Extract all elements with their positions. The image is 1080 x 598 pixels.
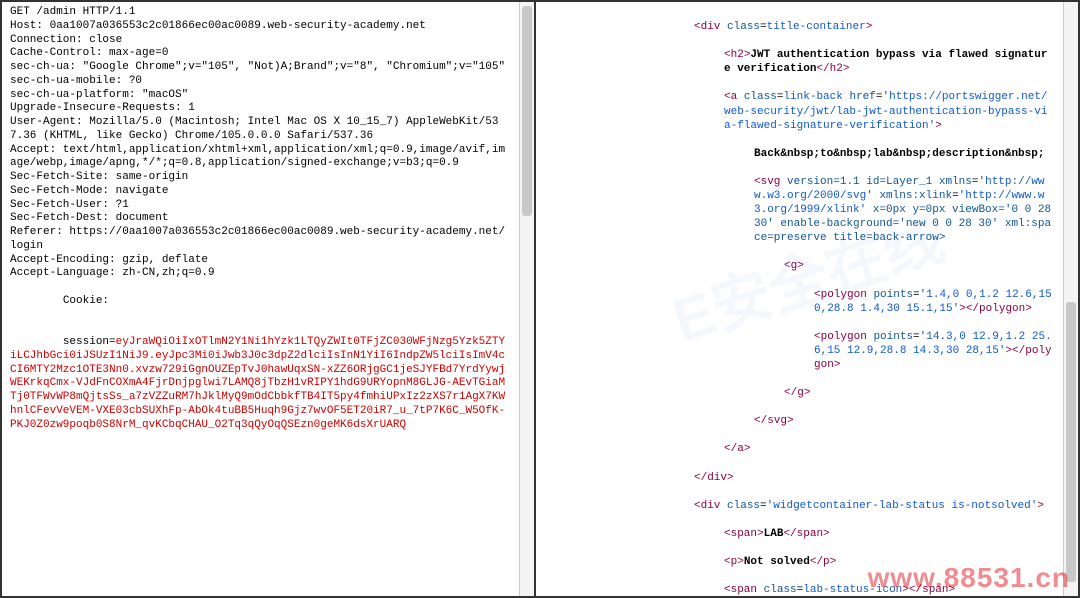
scrollbar-thumb[interactable] — [522, 6, 532, 216]
cookie-value-line: session=eyJraWQiOiIxOTlmN2Y1Ni1hYzk1LTQy… — [10, 322, 510, 446]
split-view: GET /admin HTTP/1.1 Host: 0aa1007a036553… — [0, 0, 1080, 598]
session-cookie-value: eyJraWQiOiIxOTlmN2Y1Ni1hYzk1LTQyZWIt0TFj… — [10, 336, 505, 431]
cookie-header: Cookie: — [10, 281, 510, 322]
request-panel[interactable]: GET /admin HTTP/1.1 Host: 0aa1007a036553… — [2, 2, 536, 596]
response-panel[interactable]: E安全在线 <div class=title-container> <h2>JW… — [536, 2, 1078, 596]
request-method-line: GET /admin HTTP/1.1 — [10, 6, 510, 20]
response-scrollbar[interactable] — [1063, 2, 1078, 596]
request-headers: Host: 0aa1007a036553c2c01866ec00ac0089.w… — [10, 20, 510, 281]
request-text[interactable]: GET /admin HTTP/1.1 Host: 0aa1007a036553… — [10, 6, 526, 446]
response-source[interactable]: <div class=title-container> <h2>JWT auth… — [544, 6, 1070, 596]
request-scrollbar[interactable] — [519, 2, 534, 596]
scrollbar-thumb[interactable] — [1066, 302, 1076, 582]
